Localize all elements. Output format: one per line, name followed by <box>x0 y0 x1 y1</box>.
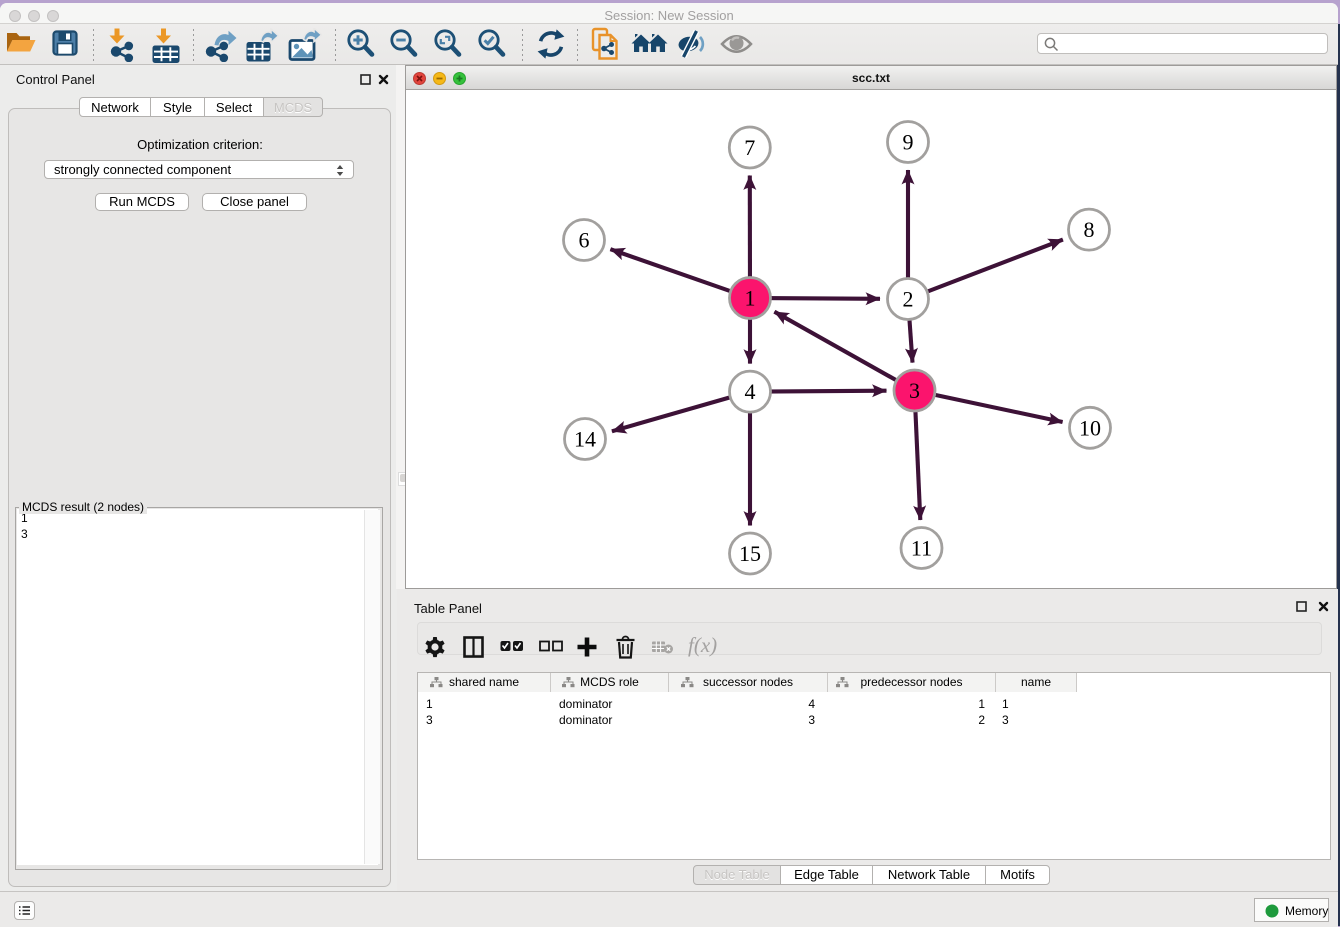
svg-text:6: 6 <box>579 228 590 253</box>
svg-text:4: 4 <box>745 379 756 404</box>
svg-text:15: 15 <box>739 541 761 566</box>
svg-text:8: 8 <box>1084 217 1095 242</box>
svg-text:9: 9 <box>903 130 914 155</box>
svg-text:7: 7 <box>744 135 755 160</box>
svg-text:1: 1 <box>745 286 756 311</box>
svg-text:2: 2 <box>903 287 914 312</box>
svg-text:3: 3 <box>909 378 920 403</box>
svg-text:10: 10 <box>1079 415 1101 440</box>
svg-text:14: 14 <box>574 427 596 452</box>
svg-text:11: 11 <box>911 536 932 561</box>
